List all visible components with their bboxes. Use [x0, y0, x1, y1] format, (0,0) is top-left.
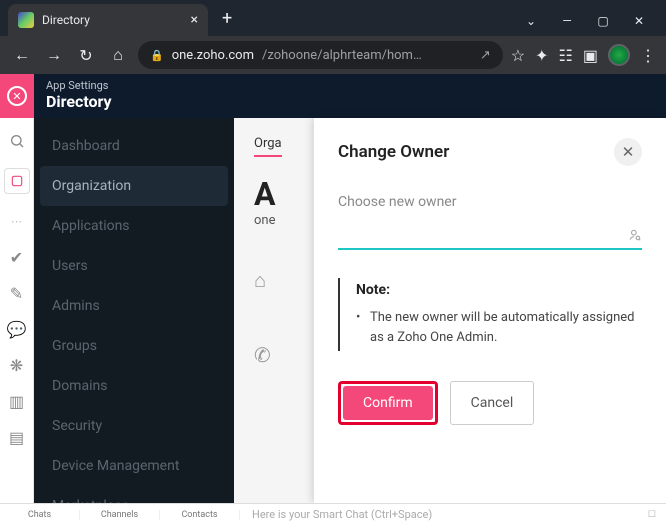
content-area: Orga A one ⌂ ✆ Change Owner ✕ Choose new…: [234, 118, 666, 503]
minimize-icon[interactable]: —: [560, 14, 574, 28]
tab-title: Directory: [42, 13, 90, 27]
profile-avatar[interactable]: [608, 44, 630, 66]
sidebar-item-label: Users: [52, 258, 88, 274]
sidebar: Dashboard Organization Applications User…: [34, 118, 234, 503]
confirm-highlight: Confirm: [338, 381, 438, 425]
url-path: /zohoone/alphrteam/hom…: [262, 48, 422, 63]
bottom-tab-chats[interactable]: Chats: [0, 510, 80, 520]
sidebar-item-label: Admins: [52, 298, 100, 314]
smart-chat-placeholder: Here is your Smart Chat (Ctrl+Space): [252, 508, 432, 521]
gear-icon[interactable]: ❋: [8, 356, 26, 374]
breadcrumb: App Settings: [46, 80, 112, 92]
maximize-icon[interactable]: ▢: [596, 14, 610, 28]
bottom-tab-contacts[interactable]: Contacts: [160, 510, 240, 520]
check-icon[interactable]: ✔: [8, 248, 26, 266]
change-owner-modal: Change Owner ✕ Choose new owner Note: Th…: [314, 118, 666, 503]
sidebar-item-label: Domains: [52, 378, 107, 394]
note-body: The new owner will be automatically assi…: [356, 308, 642, 347]
app-body: ⋯ ✔ ✎ 💬 ❋ ▥ ▤ Dashboard Organization App…: [0, 118, 666, 503]
address-bar[interactable]: 🔒 one.zoho.com/zohoone/alphrteam/hom… ↗: [138, 41, 503, 69]
header-close-button[interactable]: ✕: [0, 74, 34, 118]
sidebar-item-users[interactable]: Users: [34, 246, 234, 286]
sidebar-item-label: Dashboard: [52, 138, 120, 154]
browser-toolbar: ← → ↻ ⌂ 🔒 one.zoho.com/zohoone/alphrteam…: [0, 36, 666, 74]
modal-close-button[interactable]: ✕: [614, 138, 642, 166]
sidebar-item-security[interactable]: Security: [34, 406, 234, 446]
reading-list-icon[interactable]: ☷: [559, 46, 573, 65]
confirm-button[interactable]: Confirm: [343, 386, 433, 420]
sidebar-item-groups[interactable]: Groups: [34, 326, 234, 366]
owner-input[interactable]: [338, 228, 642, 250]
bottom-tab-label: Channels: [101, 510, 138, 520]
note-box: Note: The new owner will be automaticall…: [338, 278, 642, 351]
forward-button[interactable]: →: [42, 43, 66, 67]
chart-icon[interactable]: ▥: [8, 392, 26, 410]
sidebar-item-label: Organization: [52, 178, 131, 194]
sidebar-item-label: Groups: [52, 338, 97, 354]
tab-close-icon[interactable]: ×: [191, 12, 198, 28]
bottom-tab-label: Contacts: [181, 510, 217, 520]
edit-icon[interactable]: ✎: [8, 284, 26, 302]
lock-icon: 🔒: [150, 49, 164, 62]
directory-rail-icon[interactable]: [4, 168, 30, 194]
tab-favicon: [18, 12, 34, 28]
extensions-icon[interactable]: ✦: [535, 46, 548, 65]
new-tab-button[interactable]: +: [208, 8, 246, 29]
owner-field-label: Choose new owner: [338, 194, 642, 210]
smart-chat-input[interactable]: Here is your Smart Chat (Ctrl+Space): [240, 508, 638, 521]
star-icon[interactable]: ☆: [511, 46, 525, 65]
sidebar-item-applications[interactable]: Applications: [34, 206, 234, 246]
side-panel-icon[interactable]: ▣: [583, 46, 598, 65]
chevron-down-icon[interactable]: ⌄: [524, 14, 538, 28]
search-icon[interactable]: [8, 132, 26, 150]
sidebar-item-admins[interactable]: Admins: [34, 286, 234, 326]
sidebar-item-label: Security: [52, 418, 102, 434]
sidebar-item-label: Device Management: [52, 458, 179, 474]
modal-title: Change Owner: [338, 142, 449, 162]
user-search-icon[interactable]: [628, 228, 642, 246]
icon-rail: ⋯ ✔ ✎ 💬 ❋ ▥ ▤: [0, 118, 34, 503]
inbox-icon[interactable]: ☐: [638, 510, 666, 520]
close-icon[interactable]: ✕: [632, 14, 646, 28]
share-icon[interactable]: ↗: [480, 48, 491, 63]
url-host: one.zoho.com: [172, 48, 254, 63]
sidebar-item-dashboard[interactable]: Dashboard: [34, 126, 234, 166]
menu-icon[interactable]: ⋮: [640, 46, 656, 65]
home-button[interactable]: ⌂: [106, 43, 130, 67]
close-circle-icon: ✕: [7, 86, 27, 106]
browser-tab[interactable]: Directory ×: [8, 4, 208, 36]
sidebar-item-organization[interactable]: Organization: [40, 166, 228, 206]
sidebar-item-label: Applications: [52, 218, 130, 234]
back-button[interactable]: ←: [10, 43, 34, 67]
note-title: Note:: [356, 282, 642, 298]
app-header: ✕ App Settings Directory: [0, 74, 666, 118]
tab-underline: [254, 155, 282, 157]
sidebar-item-device-management[interactable]: Device Management: [34, 446, 234, 486]
bottom-bar: Chats Channels Contacts Here is your Sma…: [0, 503, 666, 525]
rail-divider: ⋯: [8, 212, 26, 230]
chat-icon[interactable]: 💬: [8, 320, 26, 338]
window-controls: ⌄ — ▢ ✕: [524, 14, 666, 36]
clipboard-icon[interactable]: ▤: [8, 428, 26, 446]
sidebar-item-domains[interactable]: Domains: [34, 366, 234, 406]
cancel-button[interactable]: Cancel: [450, 381, 535, 425]
window-titlebar: Directory × + ⌄ — ▢ ✕: [0, 0, 666, 36]
bottom-tab-channels[interactable]: Channels: [80, 510, 160, 520]
bottom-tab-label: Chats: [28, 510, 51, 520]
reload-button[interactable]: ↻: [74, 43, 98, 67]
page-title: Directory: [46, 92, 112, 111]
